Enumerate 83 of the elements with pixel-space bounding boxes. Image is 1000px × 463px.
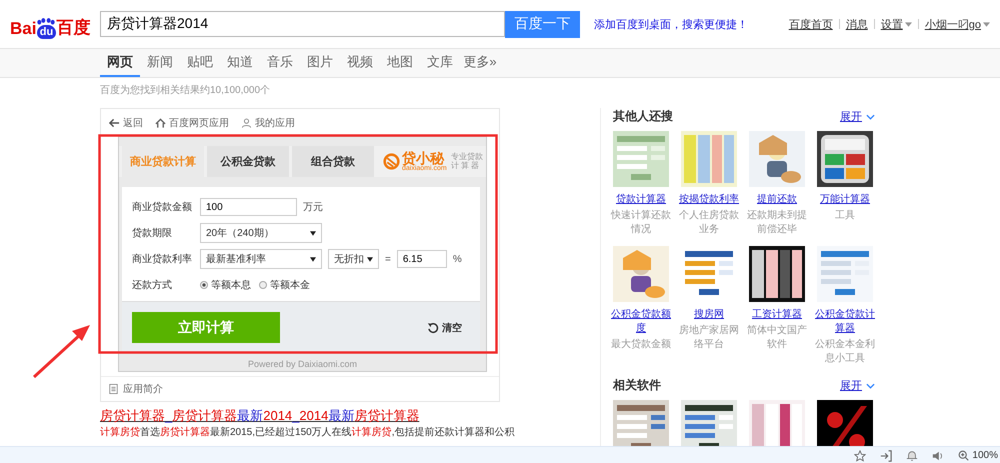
radio-option[interactable]: 等额本金 bbox=[259, 278, 310, 292]
related-search-link[interactable]: 贷款计算器 bbox=[610, 193, 672, 207]
related-search-link[interactable]: 工资计算器 bbox=[746, 308, 808, 322]
nav-tab[interactable]: 音乐 bbox=[260, 49, 300, 77]
related-search-description: 最大贷款金额 bbox=[610, 338, 672, 352]
related-search-description: 个人住房贷款业务 bbox=[678, 209, 740, 236]
chevron-down-icon bbox=[866, 114, 875, 120]
amount-field[interactable]: 100 bbox=[200, 198, 297, 216]
coin-icon bbox=[383, 153, 400, 170]
brand-tagline: 计 算 器 bbox=[450, 162, 480, 170]
section-title: 其他人还搜 bbox=[613, 108, 673, 125]
field-label: 还款方式 bbox=[132, 278, 173, 292]
search-button[interactable]: 百度一下 bbox=[505, 10, 580, 38]
related-search-link[interactable]: 公积金贷款额度 bbox=[610, 308, 672, 336]
user-icon bbox=[241, 118, 252, 128]
rate-select[interactable]: 最新基准利率 bbox=[200, 249, 322, 269]
user-link[interactable]: 百度首页 bbox=[788, 16, 833, 32]
related-search-link[interactable]: 公积金贷款计算器 bbox=[814, 308, 876, 336]
related-search-description: 工具 bbox=[834, 209, 856, 222]
brand-name: 贷小秘 bbox=[402, 151, 444, 165]
radio-option[interactable]: 等额本息 bbox=[200, 278, 251, 292]
bell-icon[interactable] bbox=[906, 450, 918, 462]
nav-tab[interactable]: 更多» bbox=[460, 49, 500, 77]
promo-link[interactable]: 添加百度到桌面，搜索更便捷！ bbox=[594, 16, 748, 32]
unit-label: 万元 bbox=[303, 201, 323, 214]
toolbar-link[interactable]: 百度网页应用 bbox=[155, 116, 229, 130]
nav-tab[interactable]: 网页 bbox=[100, 49, 140, 77]
result-count: 百度为您找到相关结果约10,100,000个 bbox=[99, 84, 272, 97]
term-select[interactable]: 20年（240期） bbox=[200, 223, 322, 243]
result-snippet: 计算房贷首选房贷计算器最新2015,已经超过150万人在线计算房贷,包括提前还款计算器和公积 bbox=[100, 426, 514, 439]
caret-icon bbox=[310, 256, 316, 262]
toolbar-link[interactable]: 我的应用 bbox=[241, 116, 295, 130]
nav-tab[interactable]: 知道 bbox=[220, 49, 260, 77]
chevron-down-icon bbox=[866, 382, 875, 388]
nav-tab[interactable]: 新闻 bbox=[140, 49, 180, 77]
equals-sign: = bbox=[385, 254, 391, 264]
user-link[interactable]: 设置 bbox=[880, 16, 912, 32]
field-label: 商业贷款利率 bbox=[132, 252, 193, 266]
user-link[interactable]: 消息 bbox=[846, 16, 868, 32]
home-icon bbox=[155, 118, 166, 128]
toolbar-link[interactable]: 返回 bbox=[109, 116, 143, 130]
discount-select[interactable]: 无折扣 bbox=[328, 249, 379, 269]
zoom-in-icon bbox=[958, 450, 970, 461]
related-search-description: 房地产家居网络平台 bbox=[678, 324, 740, 351]
calculator-tab[interactable]: 公积金贷款 bbox=[207, 146, 289, 177]
calculator-tab[interactable]: 组合贷款 bbox=[292, 146, 374, 177]
related-search-description: 简体中文国产软件 bbox=[746, 324, 808, 351]
brand-tagline: 专业贷款 bbox=[450, 152, 483, 162]
section-title: 相关软件 bbox=[613, 377, 661, 394]
clear-button[interactable]: 清空 bbox=[421, 320, 468, 336]
related-search-description: 还款期未到提前偿还毕 bbox=[746, 209, 808, 236]
related-search-description: 公积金本金利息小工具 bbox=[814, 338, 876, 365]
related-search-link[interactable]: 提前还款 bbox=[746, 193, 808, 207]
refresh-icon bbox=[427, 322, 439, 334]
caret-icon bbox=[310, 230, 316, 236]
search-field[interactable]: 房贷计算器2014 bbox=[100, 11, 505, 37]
annotation-arrow bbox=[32, 323, 92, 379]
related-search-link[interactable]: 按揭贷款利率 bbox=[678, 193, 740, 207]
user-link[interactable]: 小烟一叼go bbox=[924, 16, 990, 32]
nav-tab[interactable]: 文库 bbox=[420, 49, 460, 77]
sign-in-icon[interactable] bbox=[880, 450, 892, 462]
powered-by-text: Powered by Daixiaomi.com bbox=[246, 358, 358, 371]
back-arrow-icon bbox=[109, 118, 120, 128]
expand-link[interactable]: 展开 bbox=[840, 109, 875, 124]
unit-label: % bbox=[452, 254, 462, 264]
nav-tab[interactable]: 贴吧 bbox=[180, 49, 220, 77]
related-search-description: 快速计算还款情况 bbox=[610, 209, 672, 236]
related-search-link[interactable]: 搜房网 bbox=[678, 308, 740, 322]
nav-tab[interactable]: 图片 bbox=[300, 49, 340, 77]
expand-link[interactable]: 展开 bbox=[840, 378, 875, 393]
document-icon bbox=[108, 384, 119, 394]
field-label: 贷款期限 bbox=[132, 226, 173, 240]
app-intro-link[interactable]: 应用简介 bbox=[108, 382, 163, 396]
result-title-link[interactable]: 房贷计算器_房贷计算器最新2014_2014最新房贷计算器 bbox=[100, 407, 500, 425]
star-icon[interactable] bbox=[854, 450, 866, 462]
rate-field[interactable]: 6.15 bbox=[396, 250, 447, 268]
zoom-level[interactable]: 100% bbox=[958, 450, 998, 461]
speaker-icon[interactable] bbox=[932, 450, 944, 462]
caret-icon bbox=[367, 256, 373, 262]
field-label: 商业贷款金额 bbox=[132, 200, 193, 214]
related-search-link[interactable]: 万能计算器 bbox=[814, 193, 876, 207]
nav-tab[interactable]: 视频 bbox=[340, 49, 380, 77]
nav-tab[interactable]: 地图 bbox=[380, 49, 420, 77]
